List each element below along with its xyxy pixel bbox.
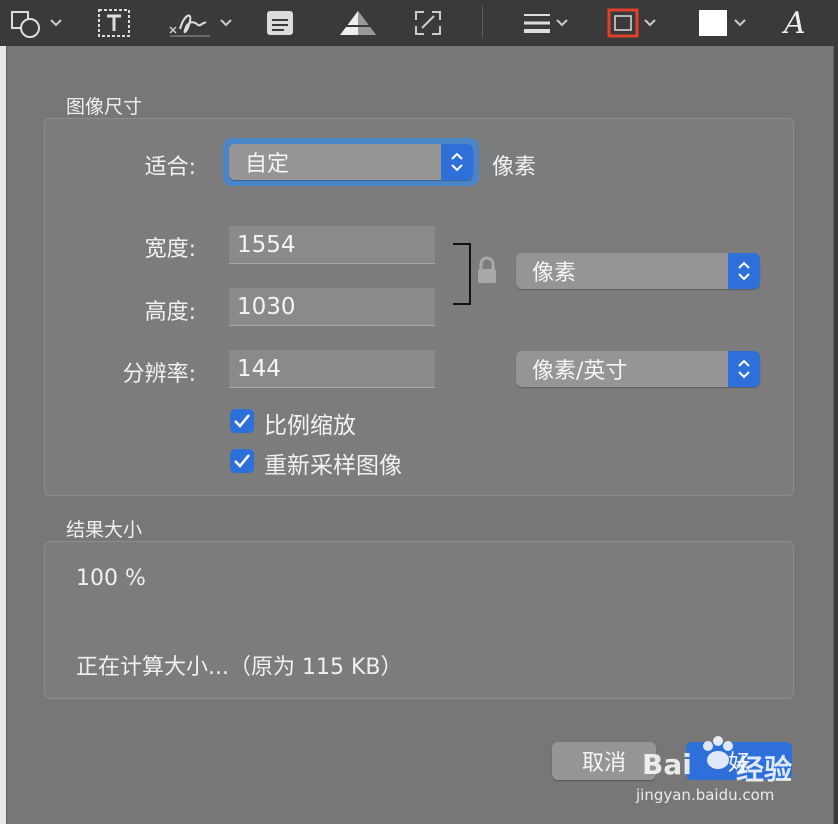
size-unit-popup[interactable]: 像素 [516,253,760,289]
fit-label: 适合: [144,155,196,180]
fill-color-icon [699,10,727,36]
fill-color-button[interactable] [696,0,746,46]
resolution-unit-popup[interactable]: 像素/英寸 [516,351,760,387]
shapes-button[interactable] [10,0,62,46]
resolution-input[interactable]: 144 [229,350,435,388]
fit-popup-value: 自定 [245,152,290,177]
resize-icon [415,11,441,35]
toolbar-divider [482,6,483,38]
watermark-brand: Bai [642,748,692,781]
text-style-icon: A [784,5,806,41]
adjust-color-icon [338,11,378,35]
image-size-heading: 图像尺寸 [66,96,143,118]
result-percent: 100 % [76,566,146,591]
signature-button[interactable] [166,0,232,46]
chevron-down-icon [50,19,62,27]
markup-toolbar: A [0,0,838,47]
width-label: 宽度: [144,237,196,262]
height-label: 高度: [144,300,196,325]
resolution-label: 分辨率: [122,362,196,387]
text-style-button[interactable]: A [784,0,806,46]
height-input[interactable]: 1030 [229,288,435,326]
result-size-heading: 结果大小 [66,519,143,541]
popup-stepper [728,253,760,289]
watermark-brand-suffix: 经验 [736,753,793,786]
chevron-down-icon [644,19,656,27]
shapes-icon [11,11,40,38]
width-input[interactable]: 1554 [229,226,435,264]
paw-logo-icon [703,736,733,769]
proportion-bracket [453,243,471,305]
chevron-up-down-icon [451,152,463,172]
size-unit-value: 像素 [532,261,577,286]
checkmark-icon [234,414,250,428]
adjust-color-button[interactable] [336,0,380,46]
chevron-down-icon [734,19,746,27]
chevron-down-icon [220,19,232,27]
line-style-button[interactable] [522,0,568,46]
resize-button[interactable] [412,0,444,46]
scale-proportionally-label[interactable]: 比例缩放 [264,406,356,440]
border-color-button[interactable] [606,0,656,46]
line-style-icon [524,14,550,33]
text-box-icon [98,9,130,37]
chevron-up-down-icon [738,261,750,281]
fit-popup[interactable]: 自定 [229,144,473,180]
chevron-down-icon [556,19,568,27]
resample-image-checkbox[interactable] [230,449,254,473]
fit-unit-label: 像素 [492,155,537,180]
resample-image-label[interactable]: 重新采样图像 [264,446,402,480]
watermark-url: jingyan.baidu.com [636,786,775,804]
signature-icon [169,14,210,37]
chevron-up-down-icon [738,359,750,379]
result-status: 正在计算大小...（原为 115 KB） [76,655,403,680]
scale-proportionally-checkbox[interactable] [230,409,254,433]
border-color-icon [607,8,639,38]
note-icon [267,11,293,35]
text-box-button[interactable] [96,0,132,46]
lock-icon[interactable] [476,256,498,284]
watermark: Bai 经验 jingyan.baidu.com [636,730,806,810]
checkmark-icon [234,454,250,468]
popup-stepper [728,351,760,387]
note-button[interactable] [264,0,296,46]
resolution-unit-value: 像素/英寸 [532,359,628,384]
popup-stepper [441,144,473,180]
